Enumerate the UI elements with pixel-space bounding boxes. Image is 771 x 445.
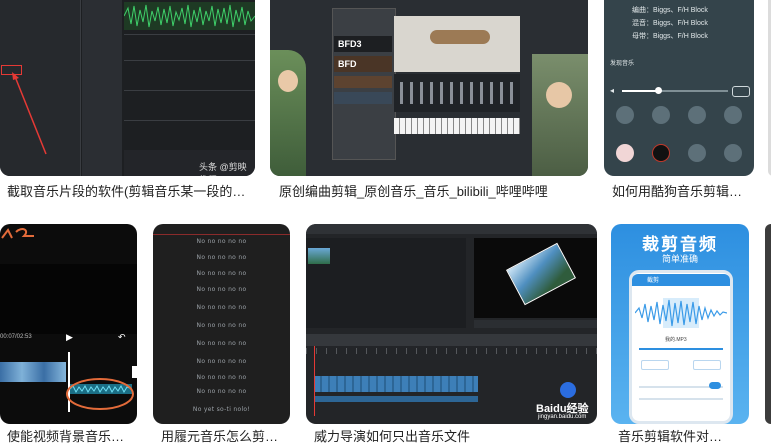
audio-waveform (635, 298, 727, 328)
result-caption-3[interactable]: 如何用酷狗音乐剪辑… (612, 181, 752, 200)
result-caption-5[interactable]: 用履元音乐怎么剪… (161, 426, 289, 445)
cut-icon[interactable] (724, 144, 742, 162)
baidu-logo (560, 382, 576, 398)
phone-mockup (629, 270, 733, 424)
lyrics-icon[interactable] (688, 106, 706, 124)
timeline-ruler (306, 348, 597, 354)
guitar-image (430, 30, 490, 44)
play-icon[interactable]: ▶ (66, 332, 73, 343)
plugin-bfd: BFD (334, 56, 392, 72)
result-caption-1[interactable]: 截取音乐片段的软件(剪辑音乐某一段的… (7, 181, 252, 200)
undo-icon[interactable]: ↶ (118, 332, 126, 343)
lyric-line: No no no no no (196, 388, 247, 395)
volume-icon[interactable]: ◂ (610, 86, 614, 95)
waveform-track (124, 2, 255, 30)
source-watermark: 头条 @剪映教程 (199, 162, 247, 176)
character-artwork (270, 50, 306, 176)
annotation-circle (66, 378, 134, 410)
mixer-faders (400, 82, 513, 104)
result-thumbnail-5[interactable]: No no no no no No no no no no No no no n… (153, 224, 290, 424)
sound-effect-icon[interactable] (652, 106, 670, 124)
result-caption-6[interactable]: 威力导演如何只出音乐文件 (314, 426, 594, 445)
playhead[interactable] (314, 346, 315, 416)
result-thumbnail-4[interactable]: 00:07/02:53 ▶ ↶ (0, 224, 137, 424)
result-caption-7[interactable]: 音乐剪辑软件对… (618, 426, 748, 445)
ringtone-icon[interactable] (688, 144, 706, 162)
track-lane (124, 120, 255, 121)
handwritten-mark (1, 228, 34, 239)
promo-subheadline: 简单准确 (661, 254, 698, 264)
lyric-line: No no no no no (196, 238, 247, 245)
plugin-slot (334, 92, 392, 104)
app-title: 截剪 (647, 278, 660, 284)
album-cover[interactable] (652, 144, 670, 162)
lyric-line: No no no no no (196, 270, 247, 277)
screen-label: 发现音乐 (610, 61, 635, 67)
credits-text: 编曲：Biggs、F/H Block 混音：Biggs、F/H Block 母带… (632, 4, 708, 43)
result-caption-2[interactable]: 原创编曲剪辑_原创音乐_音乐_bilibili_哔哩哔哩 (279, 181, 584, 200)
lyric-line: No no no no no (196, 286, 247, 293)
speed-slider[interactable] (639, 398, 723, 400)
progress-line (153, 234, 290, 235)
watermark-url: jingyan.baidu.com (538, 414, 587, 420)
editor-panel-tracks (82, 0, 122, 176)
lyric-line: No no no no no (196, 304, 247, 311)
speed-badge[interactable] (732, 86, 750, 97)
equalizer-icon[interactable] (616, 106, 634, 124)
top-toolbar (306, 224, 597, 234)
avatar[interactable] (616, 144, 634, 162)
track-lane (124, 34, 255, 35)
character-face (278, 70, 298, 92)
result-thumbnail-6[interactable]: Baidu经验 jingyan.baidu.com (306, 224, 597, 424)
time-input-start[interactable] (641, 360, 669, 370)
file-label: 我的.MP3 (665, 337, 687, 343)
toggle-switch[interactable] (709, 382, 721, 389)
timeline-track-audio[interactable] (314, 396, 478, 402)
character-face-right (546, 82, 572, 108)
plugin-slot (334, 76, 392, 88)
trim-slider[interactable] (639, 348, 723, 350)
track-lane (124, 60, 255, 61)
clip-strip[interactable] (0, 362, 66, 382)
timecode: 00:07/02:53 (0, 334, 32, 340)
media-library (306, 238, 466, 328)
lyric-line: No no no no no (196, 374, 247, 381)
lyric-line: No no no no no (196, 254, 247, 261)
annotation-arrow-icon (12, 72, 47, 155)
result-thumbnail-partial-2[interactable] (765, 224, 771, 424)
instrument-panel (394, 16, 520, 72)
lyric-line: No no no no no (196, 322, 247, 329)
timeline-track-video[interactable] (314, 376, 478, 392)
clip-handle[interactable] (132, 366, 137, 378)
character-artwork-right (532, 54, 588, 176)
result-thumbnail-7[interactable]: 裁剪音频 简单准确 截剪 我的.MP3 (611, 224, 749, 424)
credit-line: 编曲：Biggs、F/H Block (632, 7, 708, 14)
credit-line: 混音：Biggs、F/H Block (632, 20, 708, 27)
track-lane (124, 90, 255, 91)
volume-slider-knob[interactable] (655, 87, 662, 94)
credit-line: 母带：Biggs、F/H Block (632, 33, 708, 40)
plugin-bfd3: BFD3 (334, 36, 392, 52)
video-preview (0, 264, 137, 334)
lyric-line: No no no no no (196, 340, 247, 347)
result-thumbnail-3[interactable]: 编曲：Biggs、F/H Block 混音：Biggs、F/H Block 母带… (604, 0, 754, 176)
lyric-line: No no no no no (196, 358, 247, 365)
timeline-toolbar (306, 334, 597, 346)
settings-icon[interactable] (724, 106, 742, 124)
result-thumbnail-1[interactable]: 头条 @剪映教程 (0, 0, 255, 176)
playback-controls[interactable] (474, 320, 597, 328)
volume-slider-fill (622, 90, 658, 92)
piano-keyboard (394, 118, 520, 134)
media-thumbnail[interactable] (308, 248, 330, 264)
time-input-end[interactable] (693, 360, 721, 370)
result-caption-4[interactable]: 使能视频背景音乐… (7, 426, 137, 445)
result-thumbnail-2[interactable]: BFD3 BFD (270, 0, 588, 176)
lyric-line: No yet so-ti nolo! (192, 406, 251, 413)
